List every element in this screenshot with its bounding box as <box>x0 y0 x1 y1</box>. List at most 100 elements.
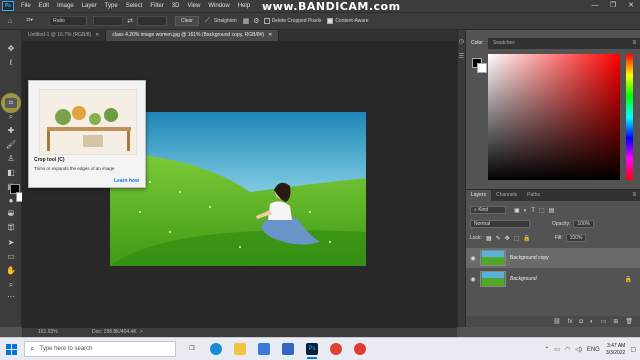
zoom-level[interactable]: 161.93% <box>38 328 58 337</box>
hue-slider[interactable] <box>626 54 633 180</box>
tab-layers[interactable]: Layers <box>466 190 492 201</box>
close-tab-icon[interactable]: ✕ <box>95 32 99 38</box>
more-tools-icon[interactable]: ⋯ <box>5 292 17 302</box>
eraser-tool-icon[interactable]: ◧ <box>5 168 17 178</box>
menu-select[interactable]: Select <box>122 3 147 9</box>
layer-filter-select[interactable]: ⌕ Kind <box>470 206 506 214</box>
learn-how-link[interactable]: Learn how <box>114 178 139 184</box>
add-mask-icon[interactable]: ◘ <box>579 319 583 325</box>
taskbar-search-input[interactable]: ⌕ Type here to search <box>24 341 176 357</box>
width-field[interactable] <box>93 16 124 26</box>
tools-panel: ✥ ⬚ ℓ ✎ ⌗ ⌕ ✚ 🖌 ♙ ◧ ▤ ● ✒ T ➤ ▭ ✋ ⌕ ⋯ <box>0 30 32 327</box>
clone-stamp-tool-icon[interactable]: ♙ <box>5 154 17 164</box>
delete-layer-icon[interactable]: 🗑 <box>625 318 633 325</box>
file-explorer-icon[interactable] <box>234 343 246 355</box>
clock[interactable]: 3:47 AM 3/3/2022 <box>606 343 625 357</box>
edge-icon[interactable] <box>210 343 222 355</box>
panel-menu-icon[interactable]: ≡ <box>632 190 636 201</box>
menu-help[interactable]: Help <box>234 3 254 9</box>
straighten-icon[interactable]: ⟋ <box>205 17 210 25</box>
close-tab-icon[interactable]: ✕ <box>268 32 272 38</box>
healing-brush-tool-icon[interactable]: ✚ <box>5 126 17 136</box>
maximize-button[interactable]: ❐ <box>604 0 622 12</box>
lock-icons[interactable]: ▦✎✥⬚🔒 <box>486 235 535 242</box>
tab-untitled[interactable]: Untitled-1 @ 16.7% (RGB/8) ✕ <box>22 30 107 41</box>
new-layer-icon[interactable]: ⊞ <box>613 318 618 325</box>
volume-icon[interactable]: ◁) <box>575 346 582 353</box>
eyedropper-tool-icon[interactable]: ⌕ <box>5 112 17 122</box>
menu-view[interactable]: View <box>183 3 204 9</box>
brush-tool-icon[interactable]: 🖌 <box>5 140 17 150</box>
language-indicator[interactable]: ENG <box>587 347 600 353</box>
record-icon[interactable] <box>354 343 366 355</box>
delete-cropped-checkbox[interactable] <box>263 18 270 24</box>
panel-menu-icon[interactable]: ≡ <box>632 38 636 49</box>
content-aware-checkbox[interactable] <box>327 18 334 24</box>
wifi-icon[interactable]: ◠ <box>565 346 570 353</box>
layer-name[interactable]: Background copy <box>510 255 549 261</box>
crop-tool-icon[interactable]: ⌗ <box>5 98 17 108</box>
document-photo[interactable] <box>110 112 366 266</box>
store-icon[interactable] <box>258 343 270 355</box>
tab-class-image[interactable]: class 4.20% image women.jpg @ 161% (Back… <box>106 30 280 41</box>
task-view-icon[interactable]: ❐ <box>186 343 198 355</box>
move-tool-icon[interactable]: ✥ <box>5 44 17 54</box>
height-field[interactable] <box>137 16 167 26</box>
mail-icon[interactable] <box>282 343 294 355</box>
chrome-icon[interactable] <box>330 343 342 355</box>
eye-icon[interactable]: ◉ <box>466 276 480 283</box>
history-panel-icon[interactable]: ◷ <box>458 38 465 45</box>
link-layers-icon[interactable]: ⛓ <box>553 318 561 325</box>
menu-type[interactable]: Type <box>101 3 122 9</box>
tooltip-description: Trims or expands the edges of an image <box>34 166 115 171</box>
rectangle-tool-icon[interactable]: ▭ <box>5 252 17 262</box>
zoom-tool-icon[interactable]: ⌕ <box>5 280 17 290</box>
menu-image[interactable]: Image <box>53 3 78 9</box>
color-panel-background-swatch[interactable] <box>477 63 487 73</box>
blend-mode-select[interactable]: Normal <box>470 220 530 228</box>
home-icon[interactable]: ⌂ <box>8 18 12 25</box>
status-menu-arrow[interactable]: > <box>140 328 143 337</box>
swap-icon[interactable]: ⇄ <box>127 17 133 25</box>
lasso-tool-icon[interactable]: ℓ <box>5 58 17 68</box>
opacity-field[interactable]: 100% <box>573 220 595 228</box>
filter-icons[interactable]: ▣◐T⬚▤ <box>514 207 558 214</box>
notifications-icon[interactable]: ▢ <box>630 346 636 353</box>
hand-tool-icon[interactable]: ✋ <box>5 266 17 276</box>
windows-start-icon[interactable] <box>6 344 17 355</box>
menu-window[interactable]: Window <box>204 3 233 9</box>
menu-3d[interactable]: 3D <box>168 3 184 9</box>
color-picker-field[interactable] <box>488 54 620 180</box>
minimize-button[interactable]: — <box>586 0 604 12</box>
tab-channels[interactable]: Channels <box>491 190 522 201</box>
menu-file[interactable]: File <box>17 3 35 9</box>
properties-panel-icon[interactable]: ☰ <box>458 53 465 60</box>
tray-expand-icon[interactable]: ⌃ <box>544 346 549 353</box>
tab-color[interactable]: Color <box>466 38 488 49</box>
path-select-tool-icon[interactable]: ➤ <box>5 238 17 248</box>
ratio-select[interactable]: Ratio <box>49 16 88 26</box>
tab-swatches[interactable]: Swatches <box>488 38 520 49</box>
menu-filter[interactable]: Filter <box>146 3 167 9</box>
tab-paths[interactable]: Paths <box>522 190 545 201</box>
eye-icon[interactable]: ◉ <box>466 255 480 262</box>
tab-label: class 4.20% image women.jpg @ 161% (Back… <box>112 32 265 38</box>
crop-tool-preset-icon[interactable]: ⌗▾ <box>26 17 33 25</box>
adjustment-layer-icon[interactable]: ◐ <box>590 319 594 325</box>
overlay-grid-icon[interactable]: ▦ <box>243 17 250 25</box>
close-button[interactable]: ✕ <box>622 0 640 12</box>
menu-edit[interactable]: Edit <box>35 3 53 9</box>
screen-mode-icon[interactable]: ▢ <box>5 222 17 232</box>
layer-row[interactable]: ◉ Background copy <box>466 248 640 268</box>
fill-field[interactable]: 100% <box>565 234 587 242</box>
menu-layer[interactable]: Layer <box>78 3 101 9</box>
quick-mask-icon[interactable]: ◎ <box>5 208 17 218</box>
settings-gear-icon[interactable]: ⚙ <box>253 17 259 25</box>
new-group-icon[interactable]: ▭ <box>601 318 607 325</box>
photoshop-taskbar-icon[interactable]: Ps <box>306 343 318 359</box>
battery-icon[interactable]: ▭ <box>554 346 560 353</box>
layer-row[interactable]: ◉ Background 🔒 <box>466 269 640 289</box>
clear-button[interactable]: Clear <box>175 16 199 26</box>
layer-name[interactable]: Background <box>510 276 537 282</box>
fx-icon[interactable]: fx <box>568 319 573 325</box>
